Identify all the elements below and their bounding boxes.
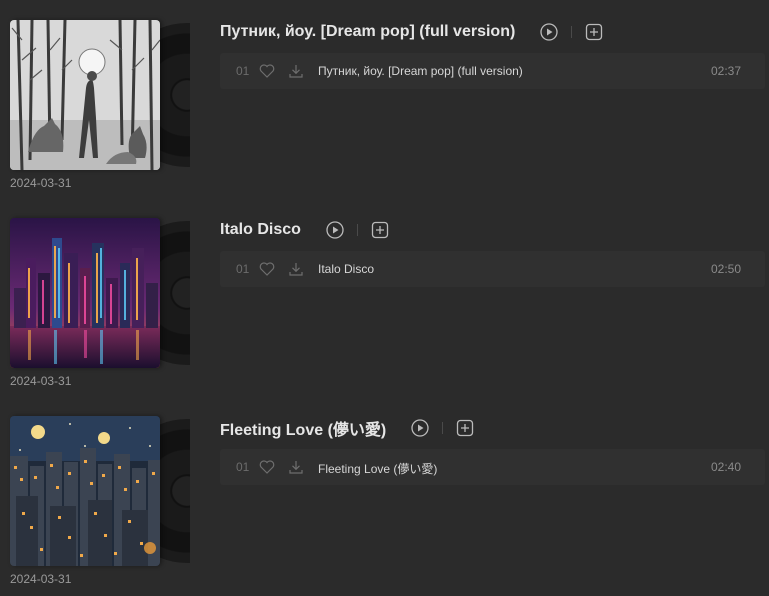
- divider: [356, 224, 358, 236]
- album-header: Italo Disco: [220, 218, 390, 242]
- night-city-cover-art: [10, 416, 160, 566]
- track-row[interactable]: 01 Italo Disco 02:50: [220, 251, 765, 287]
- track-row[interactable]: 01 Путник, йоу. [Dream pop] (full versio…: [220, 53, 765, 89]
- neon-city-cover-art: [10, 218, 160, 368]
- divider: [571, 26, 573, 38]
- album-title[interactable]: Путник, йоу. [Dream pop] (full version): [220, 23, 515, 41]
- album-cover-wrap[interactable]: [10, 218, 190, 368]
- track-number: 01: [236, 64, 250, 78]
- track-title[interactable]: Fleeting Love (儚い愛): [318, 460, 437, 477]
- album-cover-art[interactable]: [10, 218, 160, 368]
- forest-wolves-cover-art: [10, 20, 160, 170]
- track-row[interactable]: 01 Fleeting Love (儚い愛) 02:40: [220, 449, 765, 485]
- album-header: Fleeting Love (儚い愛): [220, 416, 475, 440]
- track-number: 01: [236, 262, 250, 276]
- heart-icon[interactable]: [259, 262, 275, 276]
- add-to-playlist-icon[interactable]: [370, 220, 390, 240]
- add-to-playlist-icon[interactable]: [455, 418, 475, 438]
- track-title[interactable]: Путник, йоу. [Dream pop] (full version): [318, 64, 523, 78]
- track-duration: 02:50: [710, 262, 741, 276]
- play-circle-icon[interactable]: [325, 220, 345, 240]
- download-icon[interactable]: [288, 63, 304, 79]
- play-circle-icon[interactable]: [539, 22, 559, 42]
- play-circle-icon[interactable]: [410, 418, 430, 438]
- add-to-playlist-icon[interactable]: [584, 22, 604, 42]
- release-date: 2024-03-31: [10, 176, 72, 190]
- album-cover-wrap[interactable]: [10, 20, 190, 170]
- album-title[interactable]: Italo Disco: [220, 221, 301, 239]
- album-header: Путник, йоу. [Dream pop] (full version): [220, 20, 604, 44]
- release-date: 2024-03-31: [10, 374, 72, 388]
- download-icon[interactable]: [288, 261, 304, 277]
- album-block: 2024-03-31 Italo Disco 01 Italo Disco 02…: [0, 198, 769, 396]
- track-number: 01: [236, 460, 250, 474]
- release-date: 2024-03-31: [10, 572, 72, 586]
- album-cover-art[interactable]: [10, 416, 160, 566]
- album-cover-art[interactable]: [10, 20, 160, 170]
- download-icon[interactable]: [288, 459, 304, 475]
- album-cover-wrap[interactable]: [10, 416, 190, 566]
- album-block: 2024-03-31 Fleeting Love (儚い愛) 01 Fleeti…: [0, 396, 769, 594]
- heart-icon[interactable]: [259, 64, 275, 78]
- track-title[interactable]: Italo Disco: [318, 262, 374, 276]
- album-block: 2024-03-31 Путник, йоу. [Dream pop] (ful…: [0, 0, 769, 198]
- album-title[interactable]: Fleeting Love (儚い愛): [220, 416, 386, 440]
- divider: [442, 422, 444, 434]
- heart-icon[interactable]: [259, 460, 275, 474]
- track-duration: 02:37: [710, 64, 741, 78]
- track-duration: 02:40: [710, 460, 741, 474]
